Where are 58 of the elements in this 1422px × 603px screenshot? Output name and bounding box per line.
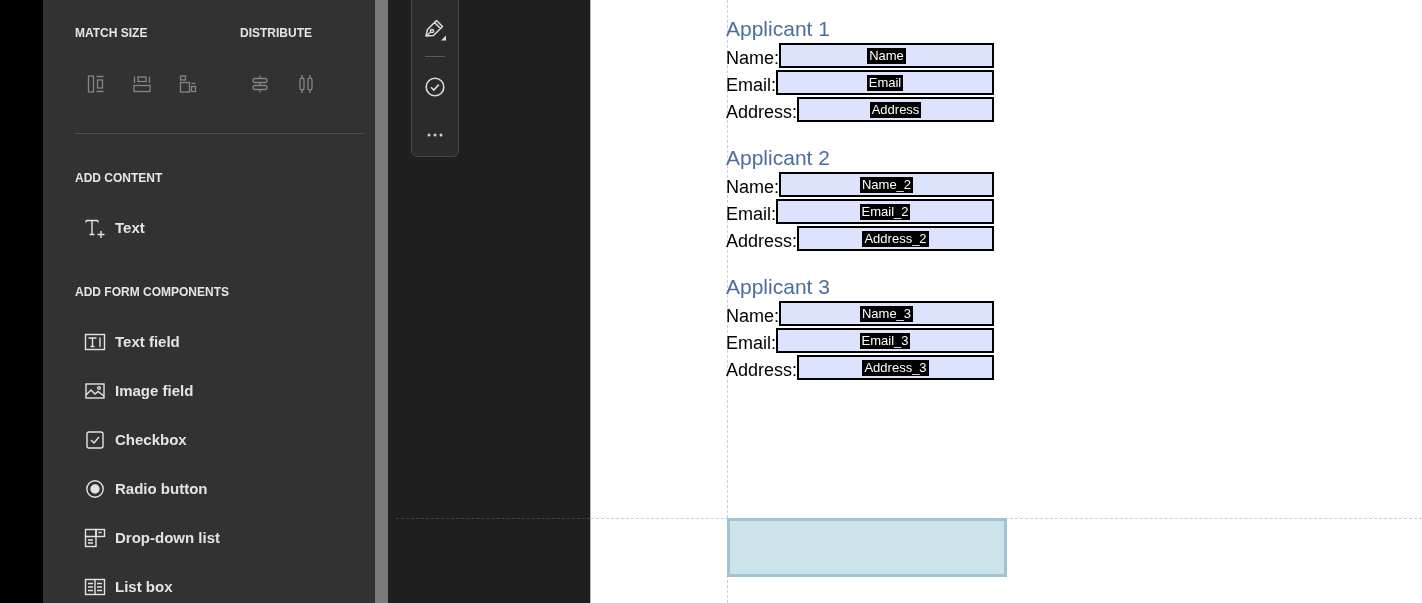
field-name-tag: Name xyxy=(867,47,906,64)
section-heading: MATCH SIZE xyxy=(75,25,149,41)
text-field[interactable]: Email xyxy=(776,70,994,95)
text-field[interactable]: Address xyxy=(797,97,994,122)
add-component-item[interactable]: Checkbox xyxy=(75,420,195,460)
match-size-icon xyxy=(178,74,198,94)
form-heading: Applicant 2 xyxy=(726,146,830,170)
field-name-tag: Name_3 xyxy=(859,305,914,322)
field-name-tag: Email_2 xyxy=(859,203,911,220)
distribute-vertical-icon xyxy=(250,74,270,94)
add-component-item[interactable]: Drop-down list xyxy=(75,518,228,558)
text-field[interactable]: Name xyxy=(779,43,994,68)
list-box-icon xyxy=(84,576,106,598)
check-circle-icon xyxy=(425,77,445,97)
field-label: Email: xyxy=(726,332,776,355)
field-name-tag: Address_2 xyxy=(862,230,929,247)
match-height-icon xyxy=(132,74,152,94)
radio-button-icon xyxy=(84,478,106,500)
text-field[interactable]: Address_3 xyxy=(797,355,994,380)
field-name-tag: Name_2 xyxy=(859,176,914,193)
field-label: Address: xyxy=(726,101,798,124)
section-heading: DISTRIBUTE xyxy=(240,25,313,41)
text-tool-icon xyxy=(84,217,106,239)
section-heading: ADD CONTENT xyxy=(75,170,164,186)
checkbox-icon xyxy=(84,429,106,451)
field-name-tag: Address_3 xyxy=(862,359,929,376)
field-selection-box[interactable] xyxy=(727,518,1007,577)
add-component-item[interactable]: Radio button xyxy=(75,469,216,509)
form-heading: Applicant 1 xyxy=(726,17,830,41)
add-component-item[interactable]: Text xyxy=(75,208,153,248)
section-heading: ADD FORM COMPONENTS xyxy=(75,284,230,300)
add-component-item[interactable]: Text field xyxy=(75,322,188,362)
field-label: Name: xyxy=(726,176,779,199)
field-name-tag: Email_3 xyxy=(859,332,911,349)
text-field[interactable]: Address_2 xyxy=(797,226,994,251)
field-label: Email: xyxy=(726,74,776,97)
text-field[interactable]: Email_2 xyxy=(776,199,994,224)
more-icon xyxy=(427,133,443,137)
text-field[interactable]: Name_2 xyxy=(779,172,994,197)
field-name-tag: Email xyxy=(866,74,904,91)
field-label: Address: xyxy=(726,359,798,382)
field-label: Name: xyxy=(726,305,779,328)
scrollbar-thumb[interactable] xyxy=(375,0,388,603)
distribute-horizontal-icon xyxy=(296,74,316,94)
image-icon xyxy=(84,380,106,402)
add-component-item[interactable]: Image field xyxy=(75,371,202,411)
field-label: Address: xyxy=(726,230,798,253)
text-field-icon xyxy=(84,331,106,353)
add-component-item[interactable]: List box xyxy=(75,567,181,603)
field-label: Email: xyxy=(726,203,776,226)
text-field[interactable]: Email_3 xyxy=(776,328,994,353)
field-label: Name: xyxy=(726,47,779,70)
match-width-icon xyxy=(86,74,106,94)
dropdown-list-icon xyxy=(84,527,106,549)
field-name-tag: Address xyxy=(869,101,922,118)
text-field[interactable]: Name_3 xyxy=(779,301,994,326)
pen-icon xyxy=(423,17,447,41)
form-heading: Applicant 3 xyxy=(726,275,830,299)
